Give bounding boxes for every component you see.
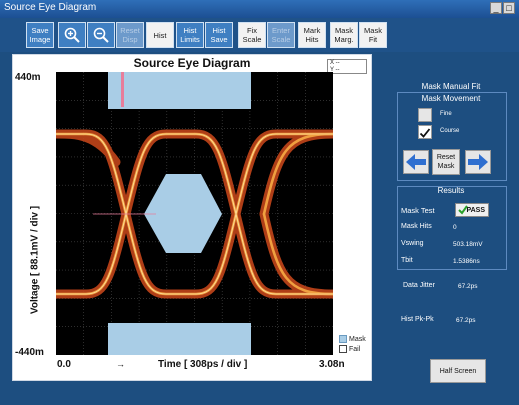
course-checkbox[interactable]	[418, 125, 432, 139]
enter-scale-button[interactable]: Enter Scale	[267, 22, 295, 48]
mask-top	[108, 72, 251, 109]
x-axis-label: Time [ 308ps / div ]	[158, 359, 248, 370]
move-right-button[interactable]	[465, 150, 491, 174]
hist-marker	[121, 72, 124, 107]
x-arrow-icon: →	[116, 359, 125, 369]
zoom-in-button[interactable]	[58, 22, 86, 48]
arrow-right-icon	[468, 154, 488, 170]
reset-disp-button[interactable]: Reset Disp	[116, 22, 144, 48]
mark-hits-button[interactable]: Mark Hits	[298, 22, 326, 48]
tbit-label: Tbit	[401, 257, 413, 264]
mask-marg-button[interactable]: Mask Marg.	[330, 22, 358, 48]
arrow-left-icon	[406, 154, 426, 170]
eye-diagram-plot[interactable]	[56, 72, 333, 355]
vswing-value: 503.18mV	[453, 241, 483, 248]
mask-fit-button[interactable]: Mask Fit	[359, 22, 387, 48]
mask-hits-label: Mask Hits	[401, 223, 432, 230]
reset-mask-button[interactable]: Reset Mask	[432, 149, 460, 175]
check-icon	[419, 128, 431, 138]
fail-swatch	[339, 345, 347, 354]
mask-test-label: Mask Test	[401, 206, 435, 215]
hist-save-button[interactable]: Hist Save	[205, 22, 233, 48]
mask-manual-fit-header: Mask Manual Fit	[421, 82, 481, 91]
y-arrow-icon: ↑	[32, 279, 37, 289]
zoom-out-icon	[93, 27, 109, 43]
cursor-readout: X -- Y --	[327, 59, 367, 74]
data-jitter-label: Data Jitter	[403, 282, 435, 289]
legend-mask: Mask	[349, 336, 366, 343]
plot-title: Source Eye Diagram	[133, 56, 251, 70]
move-left-button[interactable]	[403, 150, 429, 174]
half-screen-button[interactable]: Half Screen	[430, 359, 486, 383]
window-title: Source Eye Diagram	[4, 2, 97, 13]
hist-pkpk-label: Hist Pk-Pk	[401, 316, 434, 323]
x-min-label: 0.0	[57, 359, 71, 370]
eye-diagram-panel: Source Eye Diagram X -- Y -- 440m -440m …	[12, 54, 372, 381]
mask-test-status: PASS	[455, 203, 489, 217]
fine-label: Fine	[440, 111, 452, 117]
y-max-label: 440m	[15, 72, 41, 83]
tbit-value: 1.5386ns	[453, 258, 480, 265]
x-max-label: 3.08n	[319, 359, 345, 370]
zoom-out-button[interactable]	[87, 22, 115, 48]
mask-hits-value: 0	[453, 224, 457, 231]
mask-test-value: PASS	[466, 206, 485, 214]
minimize-button[interactable]: _	[490, 2, 502, 14]
toolbar: Save Image Reset Disp Hist Hist Limits H…	[0, 18, 519, 52]
cursor-x: X --	[330, 60, 340, 66]
course-label: Course	[440, 128, 460, 134]
save-image-button[interactable]: Save Image	[26, 22, 54, 48]
vswing-label: Vswing	[401, 240, 424, 247]
data-jitter-value: 67.2ps	[458, 283, 478, 290]
hist-pkpk-value: 67.2ps	[456, 317, 476, 324]
title-bar: Source Eye Diagram _ □	[0, 0, 519, 18]
plot-legend: Mask Fail	[339, 335, 366, 355]
hist-limits-button[interactable]: Hist Limits	[176, 22, 204, 48]
mask-movement-label: Mask Movement	[421, 94, 481, 103]
pass-check-icon	[458, 205, 468, 215]
mask-bottom	[108, 323, 251, 355]
cursor-y: Y --	[330, 67, 340, 73]
maximize-button[interactable]: □	[503, 2, 515, 14]
results-header: Results	[437, 186, 465, 195]
hist-button[interactable]: Hist	[146, 22, 174, 48]
mask-swatch	[339, 335, 347, 344]
zoom-in-icon	[64, 27, 80, 43]
legend-fail: Fail	[349, 346, 361, 353]
y-min-label: -440m	[15, 347, 44, 358]
y-axis-label: Voltage [ 88.1mV / div ]	[29, 205, 41, 315]
fix-scale-button[interactable]: Fix Scale	[238, 22, 266, 48]
fine-checkbox[interactable]	[418, 108, 432, 122]
